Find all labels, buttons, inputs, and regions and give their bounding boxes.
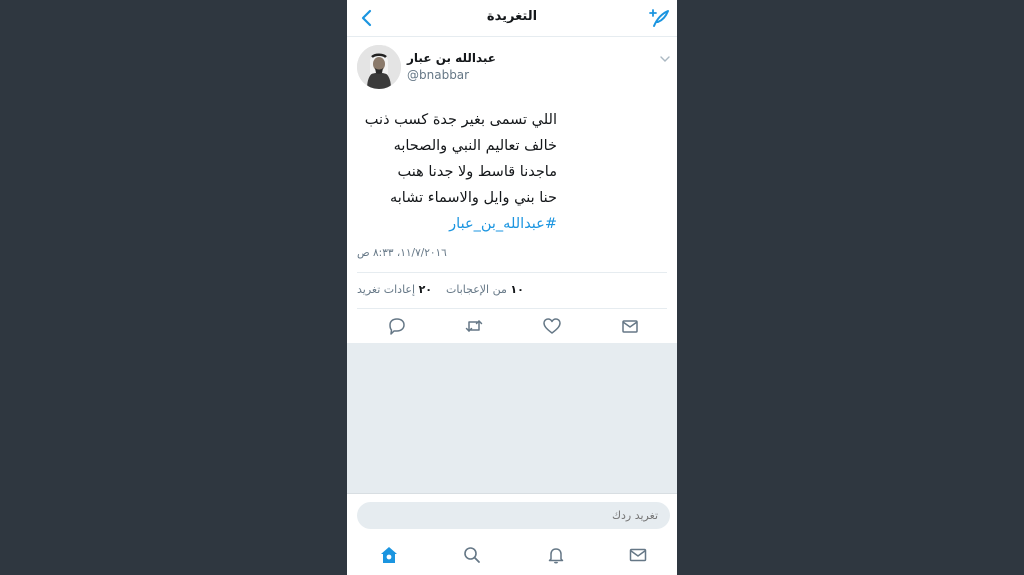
chevron-down-icon[interactable] — [659, 54, 671, 64]
divider — [357, 308, 667, 309]
hashtag-link[interactable]: #عبدالله_بن_عبار — [352, 211, 557, 237]
avatar-portrait-icon — [357, 45, 401, 89]
avatar[interactable] — [357, 45, 401, 89]
tweet-actions-bar — [347, 314, 677, 338]
tweet-detail: عبدالله بن عبار @bnabbar اللي تسمى بغير … — [347, 37, 677, 342]
user-display-name[interactable]: عبدالله بن عبار — [407, 51, 496, 65]
reply-input[interactable] — [357, 502, 670, 529]
retweets-count[interactable]: ٢٠ — [419, 283, 432, 296]
tweet-line-2: خالف تعاليم النبي والصحابه — [393, 138, 557, 154]
compose-feather-icon[interactable] — [649, 7, 671, 29]
tweet-line-3: ماجدنا قاسط ولا جدنا هنب — [397, 164, 557, 180]
reply-bubble-icon[interactable] — [387, 316, 407, 336]
top-navigation-bar: التغريدة — [347, 0, 677, 37]
search-icon[interactable] — [462, 545, 482, 565]
bottom-tab-bar — [347, 535, 677, 575]
replies-area — [347, 343, 677, 493]
tweet-timestamp: ١١/٧/٢٠١٦، ٨:٣٣ ص — [357, 247, 447, 259]
retweets-label[interactable]: إعادات تغريد — [357, 283, 415, 296]
page-title: التغريدة — [486, 9, 538, 24]
tweet-line-4: حنا بني وايل والاسماء تشابه — [389, 190, 557, 206]
tweet-line-1: اللي تسمى بغير جدة كسب ذنب — [364, 112, 557, 128]
likes-count[interactable]: ١٠ — [510, 283, 523, 296]
bell-icon[interactable] — [546, 545, 566, 565]
retweet-icon[interactable] — [464, 316, 484, 336]
user-handle[interactable]: @bnabbar — [407, 68, 469, 82]
likes-label[interactable]: من الإعجابات — [446, 283, 507, 296]
home-icon[interactable] — [379, 545, 399, 565]
reply-bar — [347, 493, 677, 536]
divider — [357, 272, 667, 273]
heart-icon[interactable] — [542, 316, 562, 336]
phone-screen: التغريدة عبدالله بن عبار @bnabbar اللي ت… — [347, 0, 677, 575]
messages-envelope-icon[interactable] — [628, 545, 648, 565]
envelope-icon[interactable] — [620, 316, 640, 336]
engagement-stats: ١٠ من الإعجابات ٢٠ إعادات تغريد — [357, 283, 524, 296]
tweet-text: اللي تسمى بغير جدة كسب ذنب خالف تعاليم ا… — [352, 107, 557, 237]
